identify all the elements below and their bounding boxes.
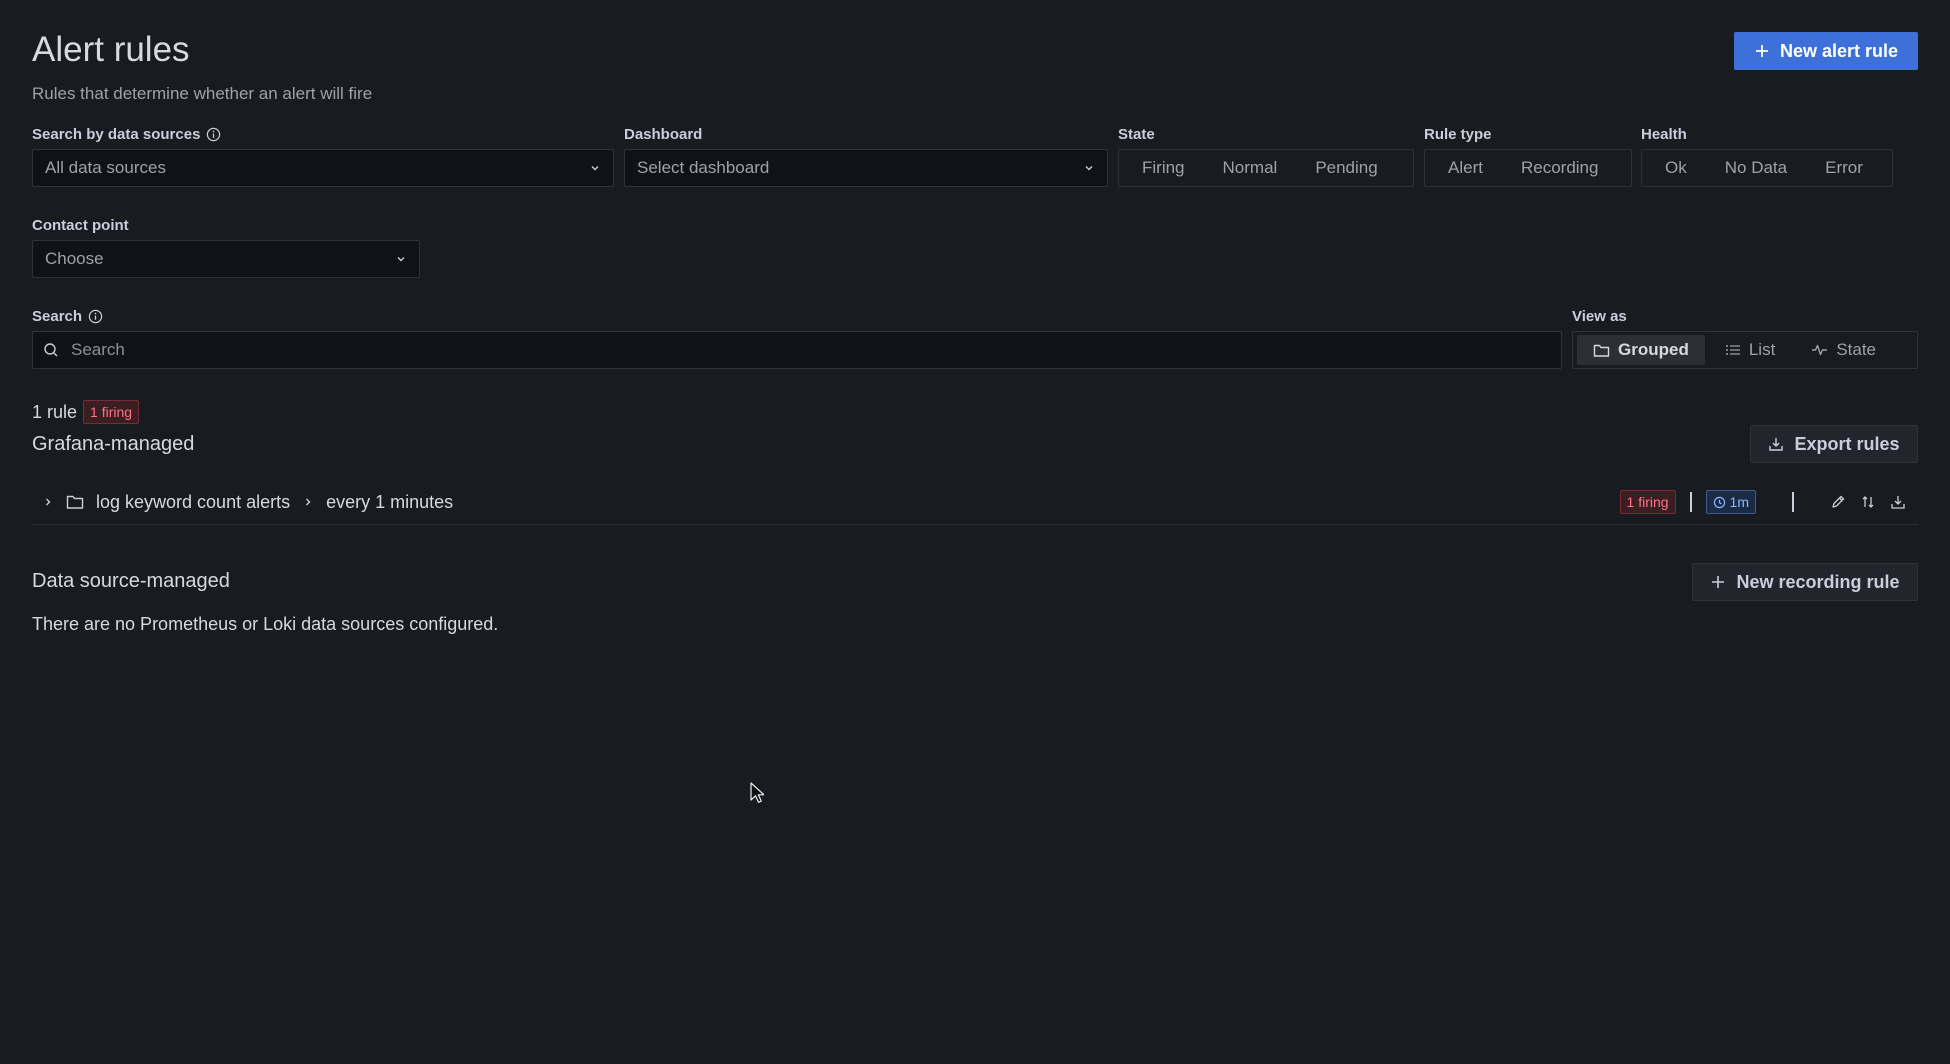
- view-as-group: Grouped List State: [1572, 331, 1918, 369]
- evaluation-group-name[interactable]: every 1 minutes: [326, 492, 453, 513]
- view-grouped-button[interactable]: Grouped: [1577, 335, 1705, 365]
- state-filter-label: State: [1118, 126, 1155, 143]
- list-icon: [1725, 343, 1741, 357]
- new-alert-rule-button[interactable]: New alert rule: [1734, 32, 1918, 70]
- chevron-right-icon: [302, 496, 314, 508]
- search-input[interactable]: [69, 339, 1551, 361]
- state-radio-group: Firing Normal Pending: [1118, 149, 1414, 187]
- rule-type-filter-label: Rule type: [1424, 126, 1492, 143]
- interval-badge: 1m: [1705, 490, 1756, 514]
- group-firing-badge: 1 firing: [1619, 490, 1676, 514]
- clock-icon: [1713, 496, 1726, 509]
- search-label: Search: [32, 308, 103, 325]
- plus-icon: [1710, 574, 1726, 590]
- dashboard-filter-label: Dashboard: [624, 126, 703, 143]
- health-option-error[interactable]: Error: [1806, 153, 1882, 183]
- export-rules-button[interactable]: Export rules: [1750, 425, 1918, 463]
- state-option-normal[interactable]: Normal: [1204, 153, 1297, 183]
- chevron-down-icon: [589, 162, 601, 174]
- state-option-firing[interactable]: Firing: [1123, 153, 1204, 183]
- chevron-right-icon[interactable]: [42, 496, 54, 508]
- health-option-ok[interactable]: Ok: [1646, 153, 1706, 183]
- download-icon: [1768, 436, 1784, 452]
- dashboard-select[interactable]: Select dashboard: [624, 149, 1108, 187]
- empty-datasources-message: There are no Prometheus or Loki data sou…: [32, 614, 499, 634]
- datasource-select[interactable]: All data sources: [32, 149, 614, 187]
- divider: [1689, 492, 1692, 512]
- page-subtitle: Rules that determine whether an alert wi…: [32, 84, 373, 103]
- rule-group-row: log keyword count alerts every 1 minutes…: [32, 480, 1918, 525]
- chevron-down-icon: [1083, 162, 1095, 174]
- view-as-label: View as: [1572, 308, 1627, 325]
- alert-rules-page: Alert rules Rules that determine whether…: [32, 0, 1918, 1064]
- sort-order-icon[interactable]: [1860, 494, 1876, 510]
- contact-point-select[interactable]: Choose: [32, 240, 420, 278]
- chevron-down-icon: [395, 253, 407, 265]
- search-box: [32, 331, 1562, 369]
- info-icon[interactable]: [88, 309, 103, 324]
- rule-count-row: 1 rule 1 firing: [32, 400, 140, 424]
- heartbeat-icon: [1811, 343, 1828, 357]
- new-alert-rule-label: New alert rule: [1779, 40, 1899, 61]
- plus-icon: [1754, 43, 1770, 59]
- search-icon: [43, 342, 59, 358]
- rule-type-radio-group: Alert Recording: [1424, 149, 1632, 187]
- info-icon[interactable]: [206, 127, 221, 142]
- datasource-managed-title: Data source-managed: [32, 570, 230, 592]
- rule-type-option-recording[interactable]: Recording: [1502, 153, 1618, 183]
- page-title: Alert rules: [32, 30, 190, 69]
- view-list-button[interactable]: List: [1709, 335, 1791, 365]
- health-option-no-data[interactable]: No Data: [1706, 153, 1806, 183]
- health-filter-label: Health: [1641, 126, 1687, 143]
- folder-icon: [1593, 343, 1610, 358]
- rule-type-option-alert[interactable]: Alert: [1429, 153, 1502, 183]
- mouse-cursor-icon: [750, 782, 764, 804]
- state-option-pending[interactable]: Pending: [1296, 153, 1396, 183]
- edit-icon[interactable]: [1830, 494, 1846, 510]
- view-state-button[interactable]: State: [1795, 335, 1892, 365]
- firing-badge: 1 firing: [83, 400, 140, 424]
- grafana-managed-title: Grafana-managed: [32, 433, 195, 455]
- health-radio-group: Ok No Data Error: [1641, 149, 1893, 187]
- rule-count: 1 rule: [32, 401, 78, 422]
- datasource-filter-label: Search by data sources: [32, 126, 221, 143]
- contact-point-label: Contact point: [32, 217, 129, 234]
- new-recording-rule-button[interactable]: New recording rule: [1692, 563, 1918, 601]
- divider: [1792, 492, 1794, 512]
- folder-name[interactable]: log keyword count alerts: [96, 492, 290, 513]
- download-icon[interactable]: [1890, 494, 1906, 510]
- folder-icon: [66, 494, 84, 510]
